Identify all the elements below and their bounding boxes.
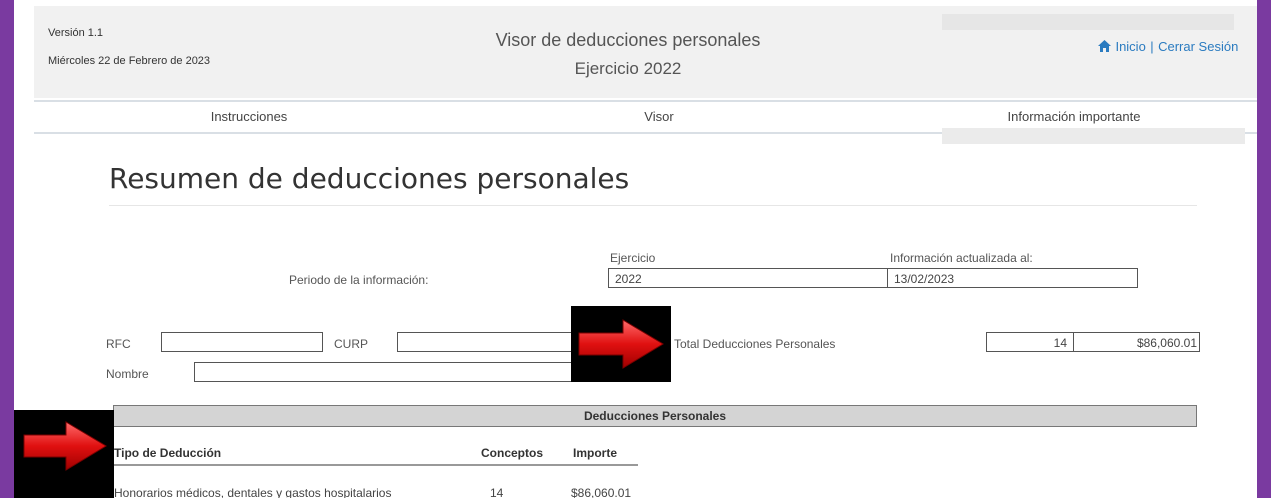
row-conceptos: 14 <box>490 486 504 498</box>
page-title: Resumen de deducciones personales <box>109 162 630 195</box>
logout-link[interactable]: Cerrar Sesión <box>1158 39 1238 54</box>
home-link[interactable]: Inicio <box>1115 39 1145 54</box>
red-arrow-icon <box>23 421 107 471</box>
header-divider <box>113 464 638 466</box>
total-amount-field: $86,060.01 <box>1073 332 1200 352</box>
header-links: Inicio | Cerrar Sesión <box>1098 38 1238 57</box>
app-header: Versión 1.1 Miércoles 22 de Febrero de 2… <box>34 6 1257 98</box>
total-count-field: 14 <box>986 332 1074 352</box>
table-caption-bar: Deducciones Personales <box>113 405 1197 427</box>
rfc-label: RFC <box>106 337 131 351</box>
curp-label: CURP <box>334 337 369 351</box>
annotation-arrow-panel-2 <box>14 410 114 498</box>
ejercicio-label: Ejercicio <box>610 251 656 265</box>
page-header-title: Visor de deducciones personales <box>495 30 761 50</box>
tab-visor[interactable]: Visor <box>609 109 709 124</box>
page-frame: Versión 1.1 Miércoles 22 de Febrero de 2… <box>14 0 1257 498</box>
tab-informacion-importante[interactable]: Información importante <box>974 109 1174 124</box>
annotation-arrow-panel <box>571 306 671 382</box>
row-tipo: Honorarios médicos, dentales y gastos ho… <box>114 486 392 498</box>
tab-instrucciones[interactable]: Instrucciones <box>174 109 324 124</box>
redacted-nav-area <box>942 128 1245 144</box>
version-text: Versión 1.1 <box>48 27 104 39</box>
updated-field: 13/02/2023 <box>887 268 1138 288</box>
column-header-conceptos: Conceptos <box>481 446 544 460</box>
column-header-tipo: Tipo de Deducción <box>114 446 222 460</box>
date-text: Miércoles 22 de Febrero de 2023 <box>48 55 211 67</box>
page-header-subtitle: Ejercicio 2022 <box>574 59 682 78</box>
total-deductions-label: Total Deducciones Personales <box>674 337 836 351</box>
rfc-input[interactable] <box>161 332 323 352</box>
title-divider <box>109 205 1197 206</box>
home-icon[interactable] <box>1098 39 1111 57</box>
redacted-user-info <box>942 14 1234 30</box>
table-caption: Deducciones Personales <box>583 409 727 423</box>
nombre-label: Nombre <box>106 367 149 381</box>
row-importe: $86,060.01 <box>571 486 632 498</box>
curp-input[interactable] <box>397 332 577 352</box>
updated-label: Información actualizada al: <box>890 251 1033 265</box>
link-separator: | <box>1150 39 1154 54</box>
nombre-input[interactable] <box>194 362 624 382</box>
ejercicio-field: 2022 <box>608 268 888 288</box>
period-label: Periodo de la información: <box>289 273 429 287</box>
red-arrow-icon <box>578 319 664 369</box>
column-header-importe: Importe <box>573 446 618 460</box>
